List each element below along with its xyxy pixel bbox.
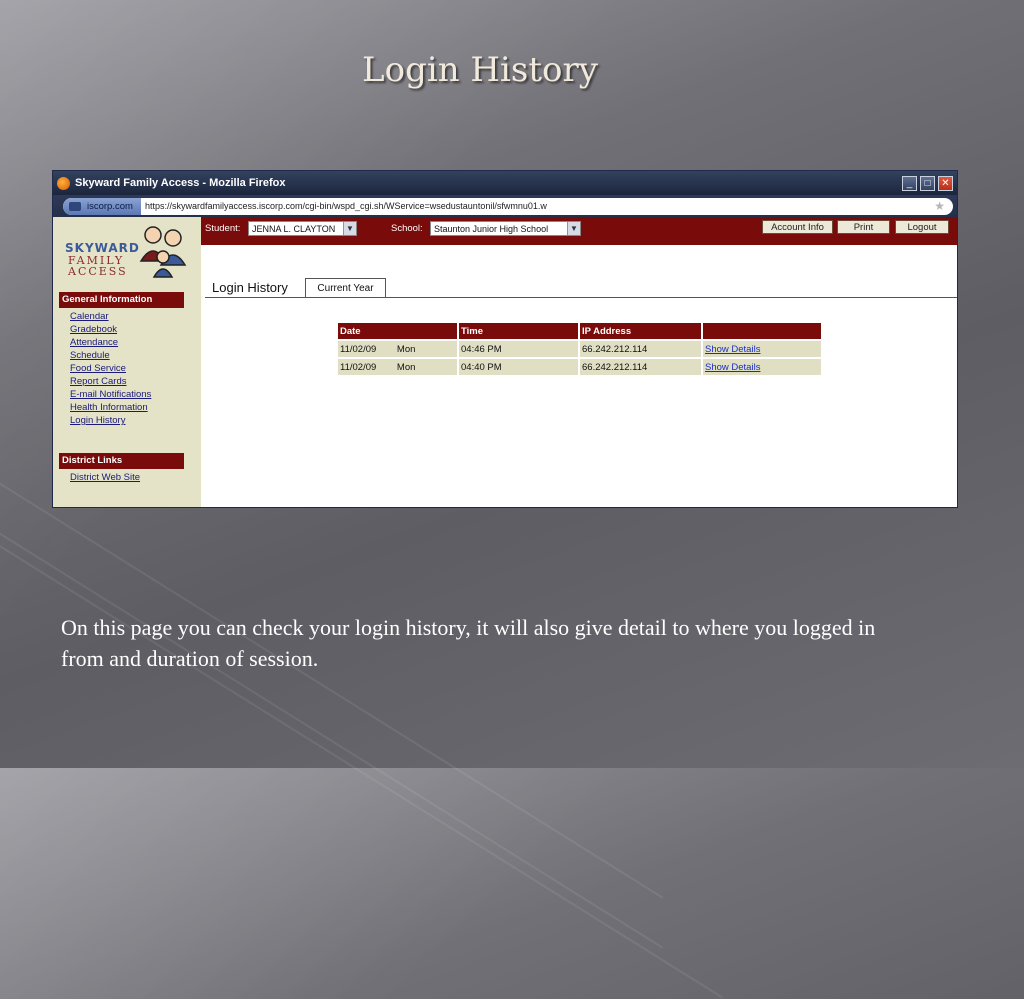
window-titlebar: Skyward Family Access - Mozilla Firefox … bbox=[53, 171, 957, 195]
skyward-app: SKYWARD FAMILY ACCESS General Informatio… bbox=[53, 217, 957, 507]
minimize-button[interactable]: _ bbox=[902, 175, 917, 191]
logo-line1: SKYWARD bbox=[65, 241, 140, 255]
sidebar-item-district-web-site[interactable]: District Web Site bbox=[70, 471, 140, 484]
date-cell: 11/02/09 Mon bbox=[338, 339, 457, 357]
table-row: 11/02/09 Mon 04:40 PM 66.242.212.114 Sho… bbox=[338, 357, 821, 375]
logo-line-family: FAMILY ACCESS bbox=[68, 255, 128, 277]
column-header-actions bbox=[703, 323, 821, 339]
district-links-header: District Links bbox=[59, 453, 184, 469]
general-information-list: Calendar Gradebook Attendance Schedule F… bbox=[70, 310, 151, 427]
sidebar-item-report-cards[interactable]: Report Cards bbox=[70, 375, 151, 388]
date-value: 11/02/09 bbox=[340, 361, 377, 373]
student-label: Student: bbox=[205, 223, 241, 234]
details-cell: Show Details bbox=[703, 357, 821, 375]
login-history-table: Date Time IP Address 11/02/09 Mon 04:46 … bbox=[336, 323, 823, 375]
school-label: School: bbox=[391, 223, 423, 234]
district-links-list: District Web Site bbox=[70, 471, 140, 484]
slide-title: Login History bbox=[362, 50, 598, 90]
day-value: Mon bbox=[396, 361, 416, 373]
table-header-row: Date Time IP Address bbox=[338, 323, 821, 339]
column-header-date: Date bbox=[338, 323, 457, 339]
ip-cell: 66.242.212.114 bbox=[580, 339, 701, 357]
maximize-button[interactable]: □ bbox=[920, 175, 935, 191]
bookmark-star-icon[interactable]: ★ bbox=[934, 199, 945, 213]
time-cell: 04:46 PM bbox=[459, 339, 578, 357]
slide-caption: On this page you can check your login hi… bbox=[61, 615, 876, 671]
general-information-header: General Information bbox=[59, 292, 184, 308]
tab-divider bbox=[205, 297, 957, 298]
date-value: 11/02/09 bbox=[340, 343, 377, 355]
student-select[interactable]: JENNA L. CLAYTON ▼ bbox=[248, 221, 357, 236]
column-header-time: Time bbox=[459, 323, 578, 339]
tab-current-year[interactable]: Current Year bbox=[305, 278, 386, 298]
student-select-value: JENNA L. CLAYTON bbox=[252, 224, 336, 234]
family-icon bbox=[139, 226, 187, 278]
sidebar-item-attendance[interactable]: Attendance bbox=[70, 336, 151, 349]
chevron-down-icon: ▼ bbox=[567, 222, 580, 235]
logout-button[interactable]: Logout bbox=[895, 220, 949, 234]
chevron-down-icon: ▼ bbox=[343, 222, 356, 235]
day-value: Mon bbox=[396, 343, 416, 355]
page-title: Login History bbox=[212, 280, 288, 295]
time-cell: 04:40 PM bbox=[459, 357, 578, 375]
browser-window: Skyward Family Access - Mozilla Firefox … bbox=[52, 170, 958, 508]
close-button[interactable]: ✕ bbox=[938, 175, 953, 191]
ip-cell: 66.242.212.114 bbox=[580, 357, 701, 375]
firefox-icon bbox=[57, 176, 70, 190]
sidebar-item-gradebook[interactable]: Gradebook bbox=[70, 323, 151, 336]
table-row: 11/02/09 Mon 04:46 PM 66.242.212.114 Sho… bbox=[338, 339, 821, 357]
sidebar-item-calendar[interactable]: Calendar bbox=[70, 310, 151, 323]
sidebar-item-schedule[interactable]: Schedule bbox=[70, 349, 151, 362]
column-header-ip-address: IP Address bbox=[580, 323, 701, 339]
skyward-logo: SKYWARD FAMILY ACCESS bbox=[65, 223, 190, 281]
sidebar-item-email-notifications[interactable]: E-mail Notifications bbox=[70, 388, 151, 401]
window-title: Skyward Family Access - Mozilla Firefox bbox=[75, 177, 286, 189]
site-identity-label: iscorp.com bbox=[87, 200, 133, 212]
show-details-link[interactable]: Show Details bbox=[705, 344, 760, 355]
account-info-button[interactable]: Account Info bbox=[762, 220, 833, 234]
sidebar: SKYWARD FAMILY ACCESS General Informatio… bbox=[53, 217, 201, 507]
address-bar: iscorp.com https://skywardfamilyaccess.i… bbox=[53, 195, 957, 217]
url-field[interactable]: iscorp.com https://skywardfamilyaccess.i… bbox=[63, 197, 953, 215]
logo-line3: ACCESS bbox=[68, 265, 128, 278]
sidebar-item-health-information[interactable]: Health Information bbox=[70, 401, 151, 414]
school-select-value: Staunton Junior High School bbox=[434, 224, 549, 234]
date-cell: 11/02/09 Mon bbox=[338, 357, 457, 375]
school-select[interactable]: Staunton Junior High School ▼ bbox=[430, 221, 581, 236]
url-text[interactable]: https://skywardfamilyaccess.iscorp.com/c… bbox=[145, 201, 934, 211]
sidebar-item-login-history[interactable]: Login History bbox=[70, 414, 151, 427]
sidebar-item-food-service[interactable]: Food Service bbox=[70, 362, 151, 375]
site-identity-button[interactable]: iscorp.com bbox=[63, 197, 141, 215]
show-details-link[interactable]: Show Details bbox=[705, 362, 760, 373]
main-content: Student: JENNA L. CLAYTON ▼ School: Stau… bbox=[201, 217, 957, 507]
details-cell: Show Details bbox=[703, 339, 821, 357]
secure-site-icon bbox=[69, 201, 81, 211]
print-button[interactable]: Print bbox=[837, 220, 890, 234]
student-bar: Student: JENNA L. CLAYTON ▼ School: Stau… bbox=[201, 217, 957, 245]
